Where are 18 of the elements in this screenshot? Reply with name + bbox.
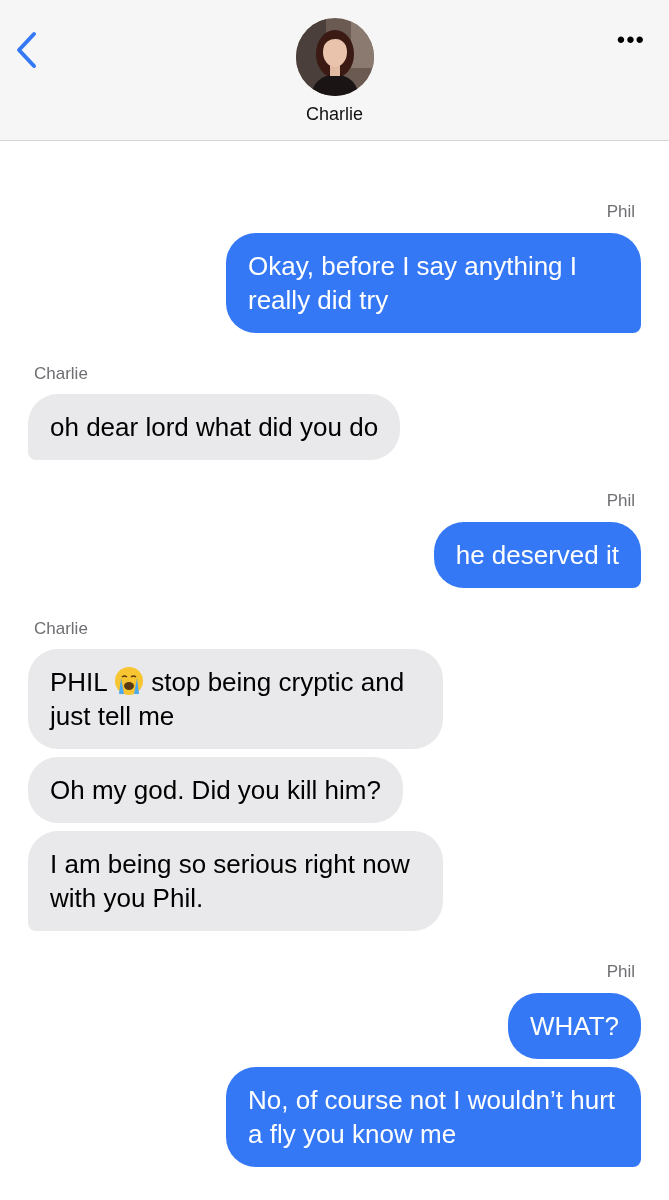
message-bubble: Okay, before I say anything I really did try (226, 232, 641, 333)
message-bubble: Oh my god. Did you kill him? (28, 757, 403, 823)
sender-name: Charlie (34, 617, 88, 640)
crying-face-icon (114, 666, 145, 696)
message-bubble: I am being so serious right now with you Phil. (28, 831, 443, 931)
sender-name: Charlie (34, 362, 88, 385)
message-bubble: he deserved it (433, 521, 641, 588)
back-chevron-icon (14, 30, 38, 70)
contact-name[interactable]: Charlie (0, 104, 669, 126)
message-bubble: No, of course not I wouldn’t hurt a fly you know me (226, 1066, 641, 1167)
sender-name: Phil (606, 201, 635, 223)
back-button[interactable] (14, 30, 38, 70)
more-button[interactable]: ••• (616, 28, 645, 52)
sender-name: Phil (606, 961, 635, 983)
message-bubble: PHIL stop being cryptic and just tell me (28, 649, 443, 749)
message-bubble: WHAT? (507, 992, 641, 1059)
message-bubble: oh dear lord what did you do (28, 394, 401, 460)
sender-name: Phil (606, 490, 635, 512)
